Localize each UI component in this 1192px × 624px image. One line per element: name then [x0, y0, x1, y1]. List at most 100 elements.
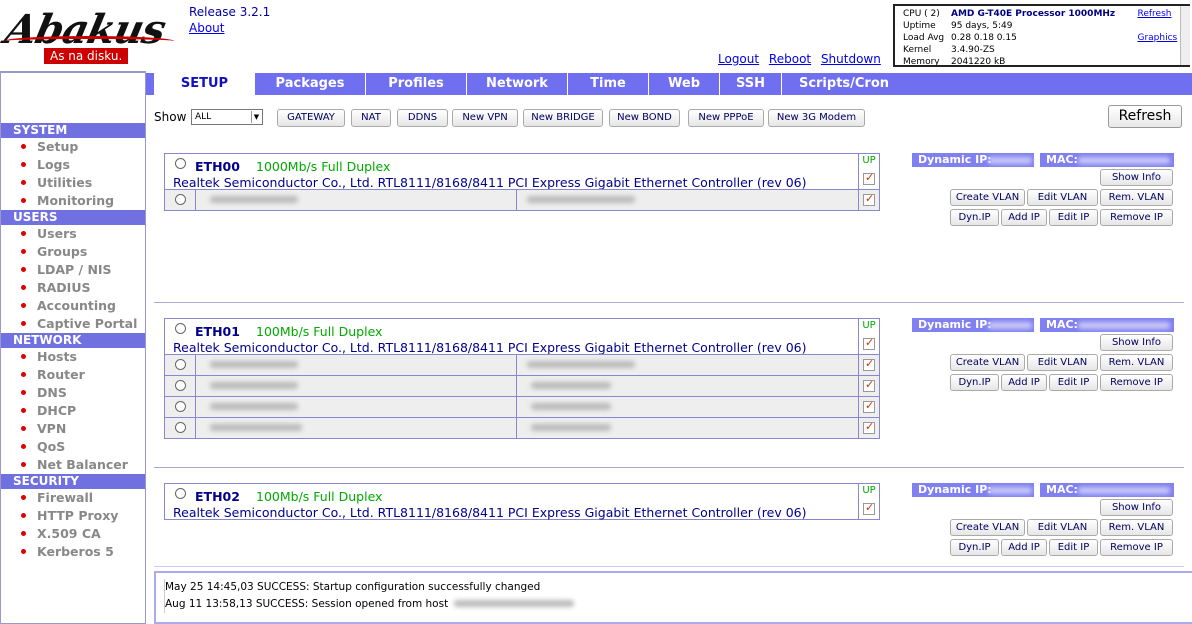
remove-ip-button[interactable]: Remove IP — [1100, 539, 1173, 556]
sidebar-item-hosts[interactable]: Hosts — [1, 348, 145, 366]
tab-setup[interactable]: SETUP — [154, 73, 254, 95]
interface-radio[interactable] — [175, 158, 186, 169]
add-ip-button[interactable]: Add IP — [1001, 209, 1047, 226]
gateway-button[interactable]: GATEWAY — [277, 109, 345, 127]
address-enabled-checkbox[interactable] — [863, 420, 875, 434]
show-info-button[interactable]: Show Info — [1100, 499, 1173, 516]
sidebar-item-dhcp[interactable]: DHCP — [1, 402, 145, 420]
remove-ip-button[interactable]: Remove IP — [1100, 374, 1173, 391]
ddns-button[interactable]: DDNS — [397, 109, 448, 127]
edit-ip-button[interactable]: Edit IP — [1049, 209, 1098, 226]
sidebar-item-ldap-nis[interactable]: LDAP / NIS — [1, 261, 145, 279]
redacted-mac — [1078, 157, 1170, 164]
add-ip-button[interactable]: Add IP — [1001, 539, 1047, 556]
sidebar-item-dns[interactable]: DNS — [1, 384, 145, 402]
sidebar-item-qos[interactable]: QoS — [1, 438, 145, 456]
edit-vlan-button[interactable]: Edit VLAN — [1027, 354, 1098, 371]
nat-button[interactable]: NAT — [351, 109, 391, 127]
address-radio[interactable] — [175, 194, 186, 205]
address-ip-cell — [195, 418, 517, 438]
graphics-link[interactable]: Graphics — [1137, 33, 1177, 43]
address-row — [165, 417, 879, 438]
sidebar-item-x-509-ca[interactable]: X.509 CA — [1, 525, 145, 543]
address-radio[interactable] — [175, 380, 186, 391]
sidebar-item-logs[interactable]: Logs — [1, 156, 145, 174]
column-divider — [858, 319, 859, 354]
reboot-link[interactable]: Reboot — [769, 52, 811, 66]
new-vpn-button[interactable]: New VPN — [452, 109, 518, 127]
tab-network[interactable]: Network — [466, 73, 567, 95]
sidebar-item-http-proxy[interactable]: HTTP Proxy — [1, 507, 145, 525]
system-info-panel: CPU ( 2) AMD G-T40E Processor 1000MHz Re… — [893, 4, 1190, 67]
interface-enabled-checkbox[interactable] — [863, 336, 875, 350]
new-3g-modem-button[interactable]: New 3G Modem — [768, 109, 865, 127]
sidebar-item-firewall[interactable]: Firewall — [1, 489, 145, 507]
tab-time[interactable]: Time — [567, 73, 648, 95]
create-vlan-button[interactable]: Create VLAN — [950, 519, 1025, 536]
sidebar-item-monitoring[interactable]: Monitoring — [1, 192, 145, 210]
log-line-text: Aug 11 13:58,13 SUCCESS: Session opened … — [165, 598, 449, 610]
sysinfo-refresh-link[interactable]: Refresh — [1137, 9, 1171, 19]
interface-name: ETH02 — [195, 489, 240, 504]
sidebar-item-vpn[interactable]: VPN — [1, 420, 145, 438]
sidebar-menu: SYSTEM Setup Logs Utilities Monitoring USERS U… — [1, 123, 145, 561]
create-vlan-button[interactable]: Create VLAN — [950, 354, 1025, 371]
address-enabled-checkbox[interactable] — [863, 399, 875, 413]
add-ip-button[interactable]: Add IP — [1001, 374, 1047, 391]
remove-ip-button[interactable]: Remove IP — [1100, 209, 1173, 226]
address-radio[interactable] — [175, 401, 186, 412]
dyn-ip-button[interactable]: Dyn.IP — [950, 209, 999, 226]
edit-vlan-button[interactable]: Edit VLAN — [1027, 189, 1098, 206]
edit-ip-button[interactable]: Edit IP — [1049, 374, 1098, 391]
tab-profiles[interactable]: Profiles — [365, 73, 466, 95]
new-bridge-button[interactable]: New BRIDGE — [523, 109, 603, 127]
rem-vlan-button[interactable]: Rem. VLAN — [1100, 354, 1173, 371]
show-info-button[interactable]: Show Info — [1100, 169, 1173, 186]
about-link[interactable]: About — [189, 21, 224, 35]
rem-vlan-button[interactable]: Rem. VLAN — [1100, 189, 1173, 206]
rem-vlan-button[interactable]: Rem. VLAN — [1100, 519, 1173, 536]
uptime-label: Uptime — [903, 21, 936, 31]
redacted-dynamic-ip — [988, 157, 1032, 164]
address-enabled-checkbox[interactable] — [863, 192, 875, 206]
create-vlan-button[interactable]: Create VLAN — [950, 189, 1025, 206]
sidebar-item-net-balancer[interactable]: Net Balancer — [1, 456, 145, 474]
logout-link[interactable]: Logout — [718, 52, 759, 66]
sidebar-item-router[interactable]: Router — [1, 366, 145, 384]
sidebar-item-kerberos-5[interactable]: Kerberos 5 — [1, 543, 145, 561]
tab-ssh[interactable]: SSH — [719, 73, 781, 95]
address-radio[interactable] — [175, 359, 186, 370]
address-enabled-checkbox[interactable] — [863, 378, 875, 392]
sidebar-item-groups[interactable]: Groups — [1, 243, 145, 261]
sidebar-item-accounting[interactable]: Accounting — [1, 297, 145, 315]
interface-enabled-checkbox[interactable] — [863, 501, 875, 515]
new-pppoe-button[interactable]: New PPPoE — [688, 109, 764, 127]
interface-radio[interactable] — [175, 488, 186, 499]
shutdown-link[interactable]: Shutdown — [821, 52, 881, 66]
address-radio[interactable] — [175, 422, 186, 433]
dyn-ip-button[interactable]: Dyn.IP — [950, 539, 999, 556]
edit-ip-button[interactable]: Edit IP — [1049, 539, 1098, 556]
sysinfo-scrollbar[interactable] — [1180, 6, 1190, 65]
sidebar-item-radius[interactable]: RADIUS — [1, 279, 145, 297]
show-filter-select[interactable]: ALL ▼ — [191, 109, 263, 125]
interface-enabled-checkbox[interactable] — [863, 171, 875, 185]
refresh-button[interactable]: Refresh — [1108, 105, 1182, 128]
new-bond-button[interactable]: New BOND — [609, 109, 680, 127]
interface-panel-eth01: ETH01 100Mb/s Full Duplex Realtek Semicond… — [164, 318, 880, 439]
address-enabled-checkbox[interactable] — [863, 357, 875, 371]
sidebar-item-setup[interactable]: Setup — [1, 138, 145, 156]
tab-web[interactable]: Web — [648, 73, 719, 95]
tab-scripts-cron[interactable]: Scripts/Cron — [781, 73, 906, 95]
tab-packages[interactable]: Packages — [254, 73, 365, 95]
interface-radio[interactable] — [175, 323, 186, 334]
sidebar-item-captive-portal[interactable]: Captive Portal — [1, 315, 145, 333]
dyn-ip-button[interactable]: Dyn.IP — [950, 374, 999, 391]
sidebar-item-users[interactable]: Users — [1, 225, 145, 243]
sidebar-item-utilities[interactable]: Utilities — [1, 174, 145, 192]
show-info-button[interactable]: Show Info — [1100, 334, 1173, 351]
edit-vlan-button[interactable]: Edit VLAN — [1027, 519, 1098, 536]
release-version: Release 3.2.1 — [189, 5, 271, 19]
kernel-value: 3.4.90-ZS — [951, 45, 995, 55]
uptime-value: 95 days, 5:49 — [951, 21, 1013, 31]
